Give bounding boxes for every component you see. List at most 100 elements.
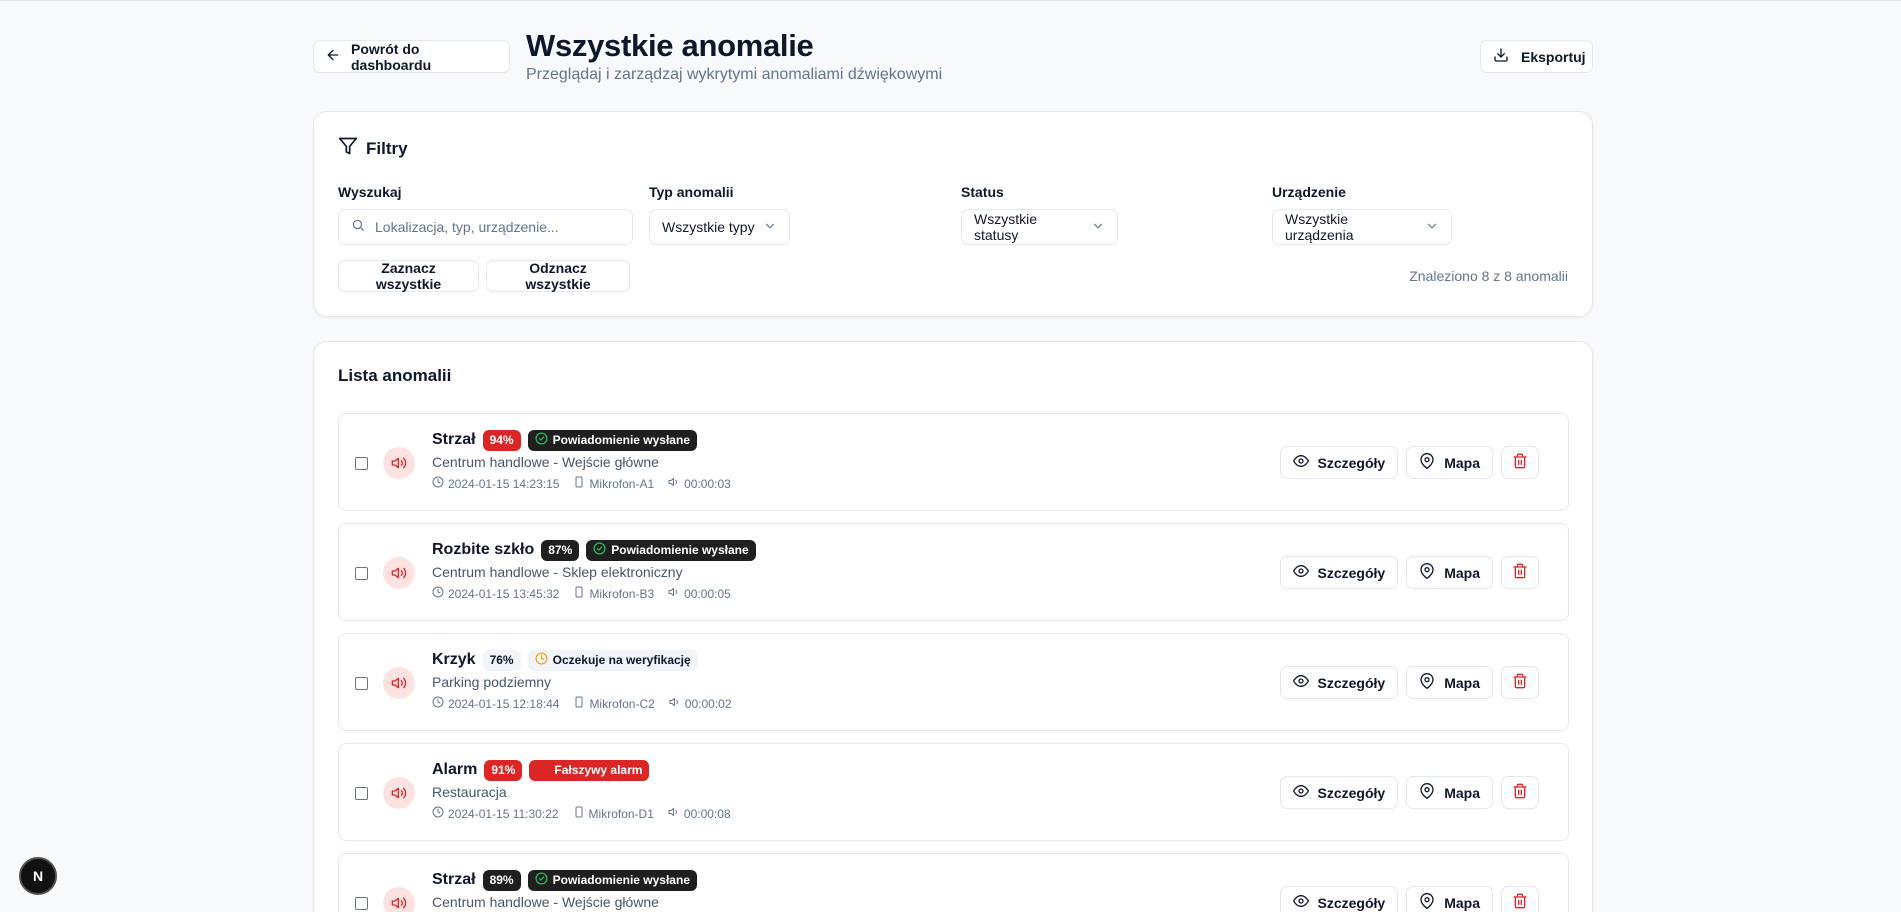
- arrow-left-icon: [325, 47, 341, 66]
- status-badge: Fałszywy alarm: [529, 759, 650, 781]
- timestamp-text: 2024-01-15 13:45:32: [448, 586, 560, 601]
- back-button-label: Powrót do dashboardu: [351, 40, 432, 73]
- details-button[interactable]: Szczegóły: [1279, 886, 1399, 912]
- map-pin-icon: [1419, 893, 1435, 912]
- export-button[interactable]: Eksportuj: [1480, 40, 1593, 73]
- eye-icon: [1292, 453, 1309, 472]
- status-badge: Powiadomienie wysłane: [586, 539, 756, 561]
- status-filter: Status Wszystkie statusy: [961, 184, 1118, 245]
- status-label: Status: [961, 184, 1004, 200]
- chevron-down-icon: [1091, 219, 1105, 236]
- row-checkbox[interactable]: [355, 567, 368, 580]
- delete-button[interactable]: [1501, 666, 1539, 699]
- details-label: Szczegóły: [1317, 564, 1386, 581]
- device-select[interactable]: Wszystkie urządzenia: [1272, 209, 1452, 245]
- row-actions: Szczegóły Mapa: [1279, 886, 1539, 912]
- search-icon: [351, 218, 365, 237]
- x-circle-icon: [536, 762, 549, 778]
- delete-button[interactable]: [1501, 446, 1539, 479]
- search-filter: Wyszukaj: [338, 184, 633, 245]
- results-count: Znaleziono 8 z 8 anomalii: [1409, 268, 1568, 284]
- duration-text: 00:00:03: [684, 476, 731, 491]
- device: Mikrofon-C2: [573, 696, 655, 711]
- map-button[interactable]: Mapa: [1406, 886, 1493, 912]
- row-checkbox[interactable]: [355, 677, 368, 690]
- status-text: Powiadomienie wysłane: [611, 543, 749, 557]
- duration: 00:00:02: [669, 696, 732, 711]
- row-checkbox[interactable]: [355, 457, 368, 470]
- details-label: Szczegóły: [1317, 894, 1386, 911]
- device: Mikrofon-D1: [573, 806, 654, 821]
- volume-icon: [383, 667, 415, 699]
- delete-button[interactable]: [1501, 556, 1539, 589]
- details-button[interactable]: Szczegóły: [1279, 446, 1399, 479]
- check-circle-icon: [535, 432, 548, 448]
- status-select[interactable]: Wszystkie statusy: [961, 209, 1118, 245]
- type-select[interactable]: Wszystkie typy: [649, 209, 790, 245]
- row-actions: Szczegóły Mapa: [1279, 776, 1539, 809]
- trash-icon: [1512, 783, 1528, 802]
- dev-tools-button[interactable]: N: [19, 857, 57, 895]
- map-button[interactable]: Mapa: [1406, 776, 1493, 809]
- timestamp: 2024-01-15 12:18:44: [432, 696, 559, 711]
- device-text: Mikrofon-B3: [589, 586, 655, 601]
- volume-icon: [383, 557, 415, 589]
- trash-icon: [1512, 673, 1528, 692]
- volume-icon: [383, 887, 415, 912]
- trash-icon: [1512, 893, 1528, 912]
- map-label: Mapa: [1444, 564, 1480, 581]
- details-button[interactable]: Szczegóły: [1279, 556, 1399, 589]
- row-content: Rozbite szkło 87% Powiadomienie wysłane …: [432, 539, 756, 601]
- confidence-badge: 91%: [484, 759, 523, 781]
- volume-icon: [383, 447, 415, 479]
- row-head: Strzał 94% Powiadomienie wysłane: [432, 429, 731, 451]
- back-to-dashboard-button[interactable]: Powrót do dashboardu: [313, 40, 510, 73]
- map-label: Mapa: [1444, 894, 1480, 911]
- map-button[interactable]: Mapa: [1406, 666, 1493, 699]
- details-button[interactable]: Szczegóły: [1279, 776, 1399, 809]
- details-button[interactable]: Szczegóły: [1279, 666, 1399, 699]
- clock-icon: [432, 696, 444, 711]
- timestamp: 2024-01-15 13:45:32: [432, 586, 559, 601]
- duration-text: 00:00:02: [684, 696, 732, 711]
- search-input[interactable]: [375, 219, 615, 235]
- select-all-button[interactable]: Zaznacz wszystkie: [338, 260, 479, 292]
- delete-button[interactable]: [1501, 886, 1539, 912]
- map-label: Mapa: [1444, 674, 1480, 691]
- map-button[interactable]: Mapa: [1406, 556, 1493, 589]
- clock-icon: [432, 586, 444, 601]
- row-checkbox[interactable]: [355, 787, 368, 800]
- map-label: Mapa: [1444, 784, 1480, 801]
- map-pin-icon: [1419, 453, 1435, 472]
- row-head: Krzyk 76% Oczekuje na weryfikację: [432, 649, 732, 671]
- delete-button[interactable]: [1501, 776, 1539, 809]
- eye-icon: [1292, 893, 1309, 912]
- trash-icon: [1512, 453, 1528, 472]
- anomaly-location: Parking podziemny: [432, 674, 552, 690]
- volume-small-icon: [668, 806, 680, 821]
- clock-icon: [432, 476, 444, 491]
- device-select-value: Wszystkie urządzenia: [1285, 211, 1354, 243]
- anomaly-type: Rozbite szkło: [432, 541, 535, 558]
- row-head: Rozbite szkło 87% Powiadomienie wysłane: [432, 539, 756, 561]
- row-checkbox[interactable]: [355, 897, 368, 910]
- deselect-all-button[interactable]: Odznacz wszystkie: [486, 260, 630, 292]
- status-text: Fałszywy alarm: [554, 763, 643, 777]
- chevron-down-icon: [1425, 219, 1439, 236]
- map-button[interactable]: Mapa: [1406, 446, 1493, 479]
- duration-text: 00:00:05: [684, 586, 731, 601]
- clock-icon: [535, 652, 548, 668]
- type-filter: Typ anomalii Wszystkie typy: [649, 184, 790, 245]
- page-header: Powrót do dashboardu Wszystkie anomalie …: [313, 1, 1593, 111]
- chevron-down-icon: [763, 219, 777, 236]
- map-pin-icon: [1419, 673, 1435, 692]
- filter-icon: [338, 136, 358, 161]
- row-meta: 2024-01-15 12:18:44 Mikrofon-C2 00:00:02: [432, 696, 732, 711]
- list-item: Strzał 89% Powiadomienie wysłane Centrum…: [338, 853, 1569, 912]
- check-circle-icon: [535, 872, 548, 888]
- type-label: Typ anomalii: [649, 184, 734, 200]
- eye-icon: [1292, 673, 1309, 692]
- status-badge: Oczekuje na weryfikację: [527, 649, 698, 671]
- duration: 00:00:03: [668, 476, 731, 491]
- row-actions: Szczegóły Mapa: [1279, 446, 1539, 479]
